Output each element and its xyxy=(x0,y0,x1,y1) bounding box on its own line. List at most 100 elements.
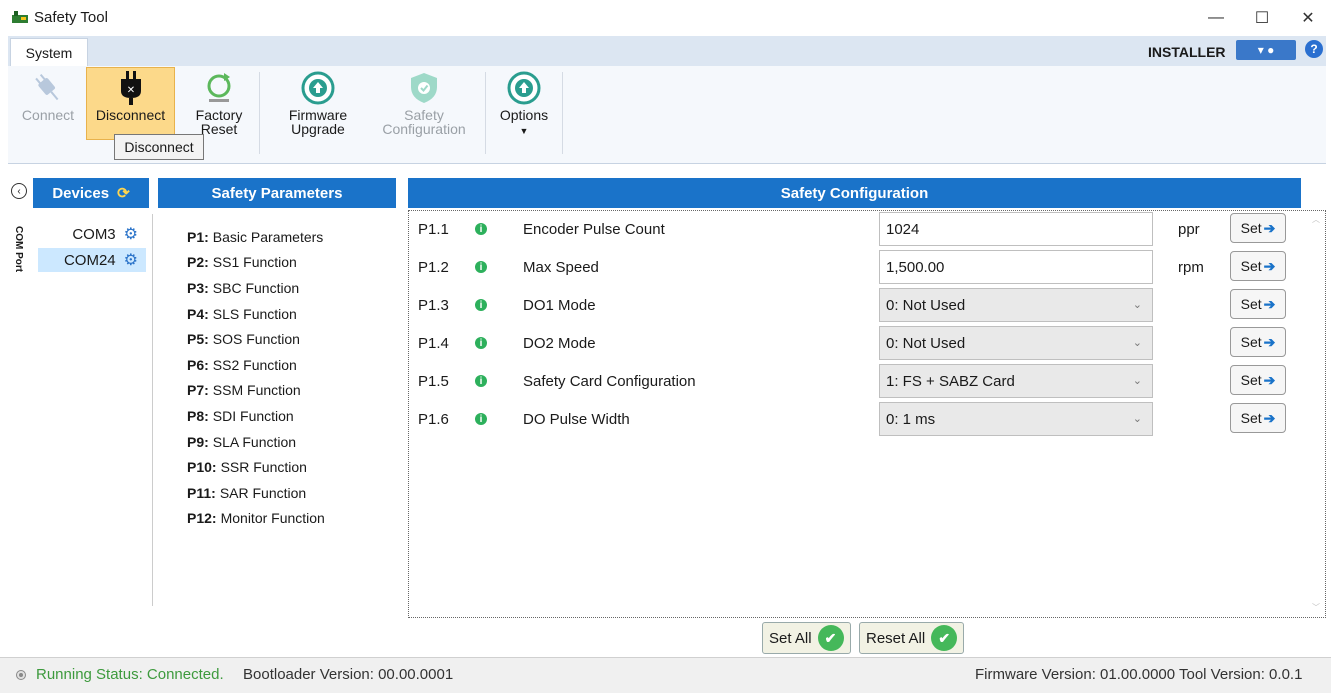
do-pulse-width-select[interactable]: 0: 1 ms ⌄ xyxy=(879,402,1153,436)
row-id: P1.2 xyxy=(418,258,449,276)
info-icon[interactable]: i xyxy=(475,299,487,311)
param-name: SS1 Function xyxy=(212,254,297,271)
parameter-item-p5[interactable]: P5: SOS Function xyxy=(187,326,325,352)
ribbon-tabstrip xyxy=(8,36,1326,66)
parameter-item-p10[interactable]: P10: SSR Function xyxy=(187,454,325,480)
set-button[interactable]: Set ➔ xyxy=(1230,213,1286,243)
options-label: Options xyxy=(499,107,549,123)
safety-configuration-header: Safety Configuration xyxy=(408,178,1301,208)
collapse-left-icon[interactable]: ‹ xyxy=(11,183,27,199)
vertical-scrollbar[interactable] xyxy=(1309,212,1323,616)
param-id: P8: xyxy=(187,407,209,424)
upload-icon xyxy=(507,70,541,106)
disconnect-button[interactable]: ✕ Disconnect xyxy=(86,67,175,140)
param-id: P9: xyxy=(187,433,209,450)
parameter-item-p6[interactable]: P6: SS2 Function xyxy=(187,352,325,378)
firmware-upgrade-button[interactable]: Firmware Upgrade xyxy=(282,70,354,146)
safety-label-line1: Safety xyxy=(404,107,444,123)
gear-icon[interactable]: ⚙ xyxy=(124,224,138,244)
unplug-icon: ✕ xyxy=(116,70,146,106)
param-name: SLA Function xyxy=(212,433,297,450)
parameter-list: P1: Basic Parameters P2: SS1 Function P3: S… xyxy=(187,224,325,531)
info-icon[interactable]: i xyxy=(475,223,487,235)
reset-all-button[interactable]: Reset All ✔ xyxy=(859,622,965,654)
info-icon[interactable]: i xyxy=(475,337,487,349)
parameter-item-p9[interactable]: P9: SLA Function xyxy=(187,429,325,455)
parameter-item-p7[interactable]: P7: SSM Function xyxy=(187,378,325,404)
tooltip: Disconnect xyxy=(114,134,204,160)
parameter-item-p8[interactable]: P8: SDI Function xyxy=(187,403,325,429)
set-label: Set xyxy=(1240,372,1262,388)
user-icon: ● xyxy=(1267,43,1275,57)
info-icon[interactable]: i xyxy=(475,261,487,273)
config-row-p1-6: P1.6 i DO Pulse Width 0: 1 ms ⌄ Set ➔ xyxy=(418,401,1298,437)
scroll-up-icon[interactable]: ︿ xyxy=(1311,214,1321,225)
ribbon-separator xyxy=(562,72,563,154)
arrow-right-icon: ➔ xyxy=(1263,257,1276,274)
chevron-down-icon: ⌄ xyxy=(1132,337,1142,349)
chevron-down-icon: ⌄ xyxy=(1132,413,1142,425)
parameter-item-p12[interactable]: P12: Monitor Function xyxy=(187,506,325,532)
max-speed-input[interactable]: 1,500.00 xyxy=(879,250,1153,284)
close-icon[interactable]: ✕ xyxy=(1285,0,1331,36)
set-all-button[interactable]: Set All ✔ xyxy=(762,622,851,654)
parameter-item-p11[interactable]: P11: SAR Function xyxy=(187,480,325,506)
device-item-com24[interactable]: COM24 ⚙ xyxy=(38,248,146,272)
encoder-pulse-count-input[interactable]: 1024 xyxy=(879,212,1153,246)
parameter-item-p2[interactable]: P2: SS1 Function xyxy=(187,250,325,276)
connect-label: Connect xyxy=(21,107,75,123)
row-id: P1.6 xyxy=(418,410,449,428)
factory-reset-label-line1: Factory xyxy=(195,107,243,123)
set-label: Set xyxy=(1240,220,1262,236)
param-id: P11: xyxy=(187,484,216,501)
row-label: Max Speed xyxy=(523,258,599,276)
scroll-down-icon[interactable]: ﹀ xyxy=(1311,602,1321,613)
set-button[interactable]: Set ➔ xyxy=(1230,327,1286,357)
user-menu-button[interactable]: ▾ ● xyxy=(1236,40,1296,60)
do1-mode-select[interactable]: 0: Not Used ⌄ xyxy=(879,288,1153,322)
param-name: SAR Function xyxy=(219,484,307,501)
gear-icon[interactable]: ⚙ xyxy=(124,250,138,270)
minimize-icon[interactable]: — xyxy=(1193,0,1239,36)
tab-system[interactable]: System xyxy=(10,38,88,67)
arrow-right-icon: ➔ xyxy=(1263,333,1276,350)
chevron-down-icon: ▾ xyxy=(1257,43,1264,57)
title-bar xyxy=(0,0,1331,36)
param-name: SLS Function xyxy=(212,305,297,322)
do2-mode-select[interactable]: 0: Not Used ⌄ xyxy=(879,326,1153,360)
double-check-icon: ✔ xyxy=(931,625,958,651)
safety-card-configuration-select[interactable]: 1: FS + SABZ Card ⌄ xyxy=(879,364,1153,398)
info-icon[interactable]: i xyxy=(475,375,487,387)
select-value: 0: Not Used xyxy=(886,334,966,352)
row-id: P1.4 xyxy=(418,334,449,352)
app-logo-icon xyxy=(12,10,28,23)
row-id: P1.1 xyxy=(418,220,449,238)
param-id: P3: xyxy=(187,279,209,296)
device-item-com3[interactable]: COM3 ⚙ xyxy=(38,222,146,246)
set-button[interactable]: Set ➔ xyxy=(1230,365,1286,395)
set-button[interactable]: Set ➔ xyxy=(1230,251,1286,281)
factory-reset-label-line2: Reset xyxy=(200,121,238,137)
param-name: SDI Function xyxy=(212,407,294,424)
maximize-icon[interactable]: ☐ xyxy=(1239,0,1285,36)
firmware-tool-version: Firmware Version: 01.00.0000 Tool Versio… xyxy=(975,666,1303,683)
connect-button[interactable]: Connect xyxy=(19,70,77,146)
ribbon-separator xyxy=(485,72,486,154)
chevron-down-icon: ⌄ xyxy=(1132,375,1142,387)
refresh-icon[interactable]: ⟳ xyxy=(117,184,130,202)
parameter-item-p1[interactable]: P1: Basic Parameters xyxy=(187,224,325,250)
set-button[interactable]: Set ➔ xyxy=(1230,403,1286,433)
help-icon[interactable]: ? xyxy=(1305,40,1323,58)
safety-configuration-button[interactable]: Safety Configuration xyxy=(370,70,478,146)
param-id: P5: xyxy=(187,331,209,348)
info-icon[interactable]: i xyxy=(475,413,487,425)
param-id: P12: xyxy=(187,510,217,527)
row-id: P1.3 xyxy=(418,296,449,314)
row-label: DO1 Mode xyxy=(523,296,596,314)
upload-icon xyxy=(301,70,335,106)
options-button[interactable]: Options ▼ xyxy=(493,70,555,146)
parameter-item-p4[interactable]: P4: SLS Function xyxy=(187,301,325,327)
set-button[interactable]: Set ➔ xyxy=(1230,289,1286,319)
parameter-item-p3[interactable]: P3: SBC Function xyxy=(187,275,325,301)
param-id: P7: xyxy=(187,382,209,399)
